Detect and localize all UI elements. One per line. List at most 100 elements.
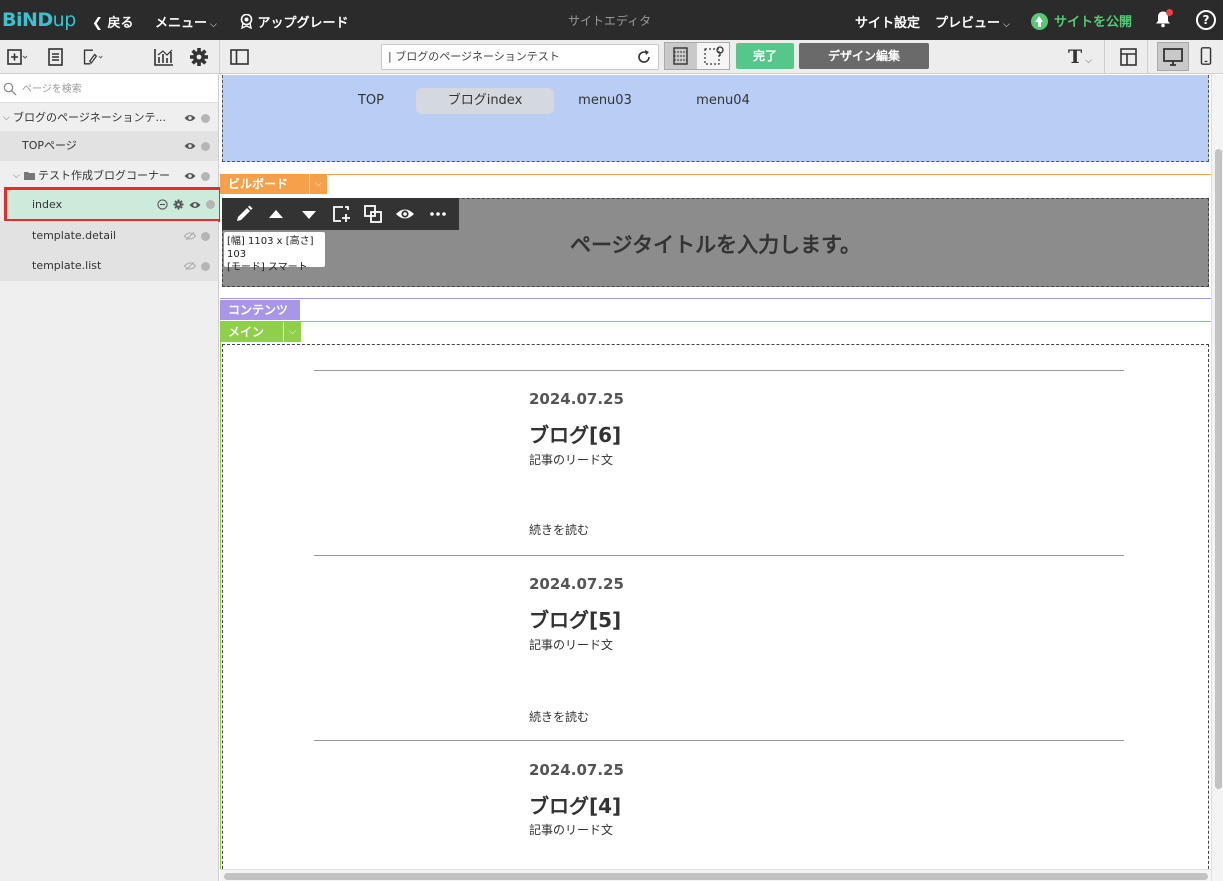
- main-tag[interactable]: メイン ⌵: [220, 322, 301, 342]
- block-outline-icon: [673, 47, 688, 65]
- move-up-icon[interactable]: [266, 204, 286, 224]
- post-title[interactable]: ブログ[5]: [529, 604, 621, 633]
- mobile-view-icon[interactable]: [1195, 46, 1217, 66]
- tree-item-top-page[interactable]: TOPページ: [0, 131, 218, 161]
- tree-item-template-list[interactable]: template.list: [0, 251, 218, 281]
- post-lead: 記事のリード文: [529, 638, 614, 652]
- block-outline-view-button[interactable]: [665, 43, 697, 69]
- eye-off-icon[interactable]: [184, 232, 196, 240]
- status-dot: [201, 261, 210, 271]
- gear-icon[interactable]: [188, 47, 210, 67]
- search-icon: [3, 82, 17, 96]
- chevron-down-icon[interactable]: ⌵: [283, 322, 301, 342]
- post-lead: 記事のリード文: [529, 453, 614, 467]
- contents-tag[interactable]: コンテンツ: [220, 300, 300, 320]
- main-tag-label: メイン: [228, 325, 265, 339]
- minus-circle-icon[interactable]: [157, 199, 168, 210]
- folder-icon: [24, 172, 35, 180]
- design-edit-button[interactable]: デザイン編集: [799, 43, 929, 69]
- more-icon[interactable]: [428, 204, 448, 224]
- page-edit-icon[interactable]: [82, 47, 104, 67]
- chevron-down-icon: ⌵: [1003, 20, 1010, 30]
- block-action-toolbar: [222, 198, 459, 230]
- bindup-logo[interactable]: BiNDup: [2, 9, 76, 31]
- nav-item-top[interactable]: TOP: [341, 88, 401, 114]
- vertical-scrollbar[interactable]: [1211, 75, 1223, 881]
- billboard-tag[interactable]: ビルボード ⌵: [220, 174, 327, 194]
- post-title[interactable]: ブログ[4]: [529, 790, 621, 819]
- done-button[interactable]: 完了: [736, 43, 794, 69]
- reload-icon[interactable]: [636, 49, 652, 65]
- nav-item-blog-index[interactable]: ブログindex: [416, 88, 554, 114]
- status-dot: [206, 200, 215, 209]
- text-style-button[interactable]: T ⌵: [1068, 46, 1092, 68]
- tree-item-index-selected[interactable]: index: [4, 187, 222, 222]
- tree-item-site-root[interactable]: ⌵ ブログのページネーションテ...: [0, 103, 218, 133]
- post-lead: 記事のリード文: [529, 823, 614, 837]
- billboard-tag-label: ビルボード: [228, 177, 289, 191]
- vertical-scroll-thumb[interactable]: [1215, 149, 1222, 789]
- publish-button[interactable]: サイトを公開: [1031, 11, 1132, 30]
- sidebar-toggle-icon[interactable]: [229, 47, 251, 67]
- toolbar-divider: [1147, 40, 1148, 74]
- help-icon[interactable]: ?: [1196, 10, 1216, 30]
- eye-icon[interactable]: [184, 114, 196, 122]
- chevron-down-icon[interactable]: ⌵: [3, 103, 10, 133]
- tree-item-status: [184, 131, 210, 161]
- duplicate-icon[interactable]: [363, 204, 383, 224]
- page-search-input[interactable]: [22, 79, 212, 99]
- eye-icon[interactable]: [184, 142, 196, 150]
- tree-item-actions: [157, 190, 215, 219]
- page-url-field[interactable]: | ブログのページネーションテスト: [381, 44, 659, 70]
- layout-icon[interactable]: [1118, 47, 1140, 67]
- block-size-tooltip: [幅] 1103 x [高さ] 103 [モード] スマート: [224, 232, 325, 273]
- page-url-text: | ブログのページネーションテスト: [388, 50, 560, 63]
- nav-item-menu04[interactable]: menu04: [683, 88, 763, 114]
- publish-label: サイトを公開: [1054, 15, 1133, 30]
- eye-off-icon[interactable]: [184, 262, 196, 270]
- billboard-rule: [220, 174, 1211, 175]
- header-nav-block[interactable]: TOP ブログindex menu03 menu04: [222, 75, 1209, 162]
- read-more-link[interactable]: 続きを読む: [529, 708, 589, 725]
- tree-item-status: [184, 251, 210, 281]
- page-icon[interactable]: [45, 47, 67, 67]
- billboard-title[interactable]: ページタイトルを入力します。: [223, 229, 1208, 259]
- page-canvas: TOP ブログindex menu03 menu04 ビルボード ⌵ ページタイ…: [220, 75, 1211, 881]
- back-button[interactable]: ❮ 戻る: [92, 12, 133, 31]
- analytics-icon[interactable]: [153, 47, 175, 67]
- main-content-block[interactable]: 2024.07.25 ブログ[6] 記事のリード文 続きを読む 2024.07.…: [222, 344, 1209, 881]
- preview-button[interactable]: プレビュー ⌵: [935, 12, 1010, 31]
- chevron-down-icon: ⌵: [210, 20, 217, 30]
- desktop-view-button[interactable]: [1157, 42, 1189, 71]
- tree-item-label: template.detail: [32, 229, 117, 242]
- horizontal-scroll-thumb[interactable]: [224, 873, 1208, 880]
- pencil-icon[interactable]: [234, 204, 254, 224]
- eye-icon[interactable]: [395, 204, 415, 224]
- site-settings-button[interactable]: サイト設定: [855, 12, 920, 31]
- menu-button[interactable]: メニュー ⌵: [155, 12, 217, 31]
- horizontal-scrollbar[interactable]: [220, 869, 1211, 881]
- chevron-down-icon[interactable]: ⌵: [309, 174, 327, 194]
- tree-item-template-detail[interactable]: template.detail: [0, 221, 218, 251]
- text-style-icon: T: [1068, 46, 1083, 68]
- logo-text: BiND: [2, 9, 53, 31]
- contents-rule: [220, 298, 1211, 299]
- gear-icon[interactable]: [173, 199, 184, 210]
- chevron-left-icon: ❮: [92, 16, 103, 31]
- block-select-view-button[interactable]: [698, 43, 730, 69]
- eye-icon[interactable]: [189, 201, 201, 209]
- status-dot: [201, 231, 210, 241]
- editor-title: サイトエディタ: [568, 14, 652, 28]
- read-more-link[interactable]: 続きを読む: [529, 521, 589, 538]
- page-tree-sidebar: ⌵ ブログのページネーションテ... TOPページ ⌵ テスト作成ブログコーナー…: [0, 75, 222, 881]
- move-down-icon[interactable]: [299, 204, 319, 224]
- eye-icon[interactable]: [184, 172, 196, 180]
- block-view-toggle[interactable]: [664, 42, 730, 70]
- upgrade-button[interactable]: アップグレード: [240, 12, 349, 31]
- add-block-icon[interactable]: [331, 204, 351, 224]
- toolbar-divider: [1104, 40, 1105, 74]
- tree-item-label: TOPページ: [22, 139, 77, 152]
- nav-item-menu03[interactable]: menu03: [565, 88, 645, 114]
- post-title[interactable]: ブログ[6]: [529, 419, 621, 448]
- add-page-icon[interactable]: [6, 47, 28, 67]
